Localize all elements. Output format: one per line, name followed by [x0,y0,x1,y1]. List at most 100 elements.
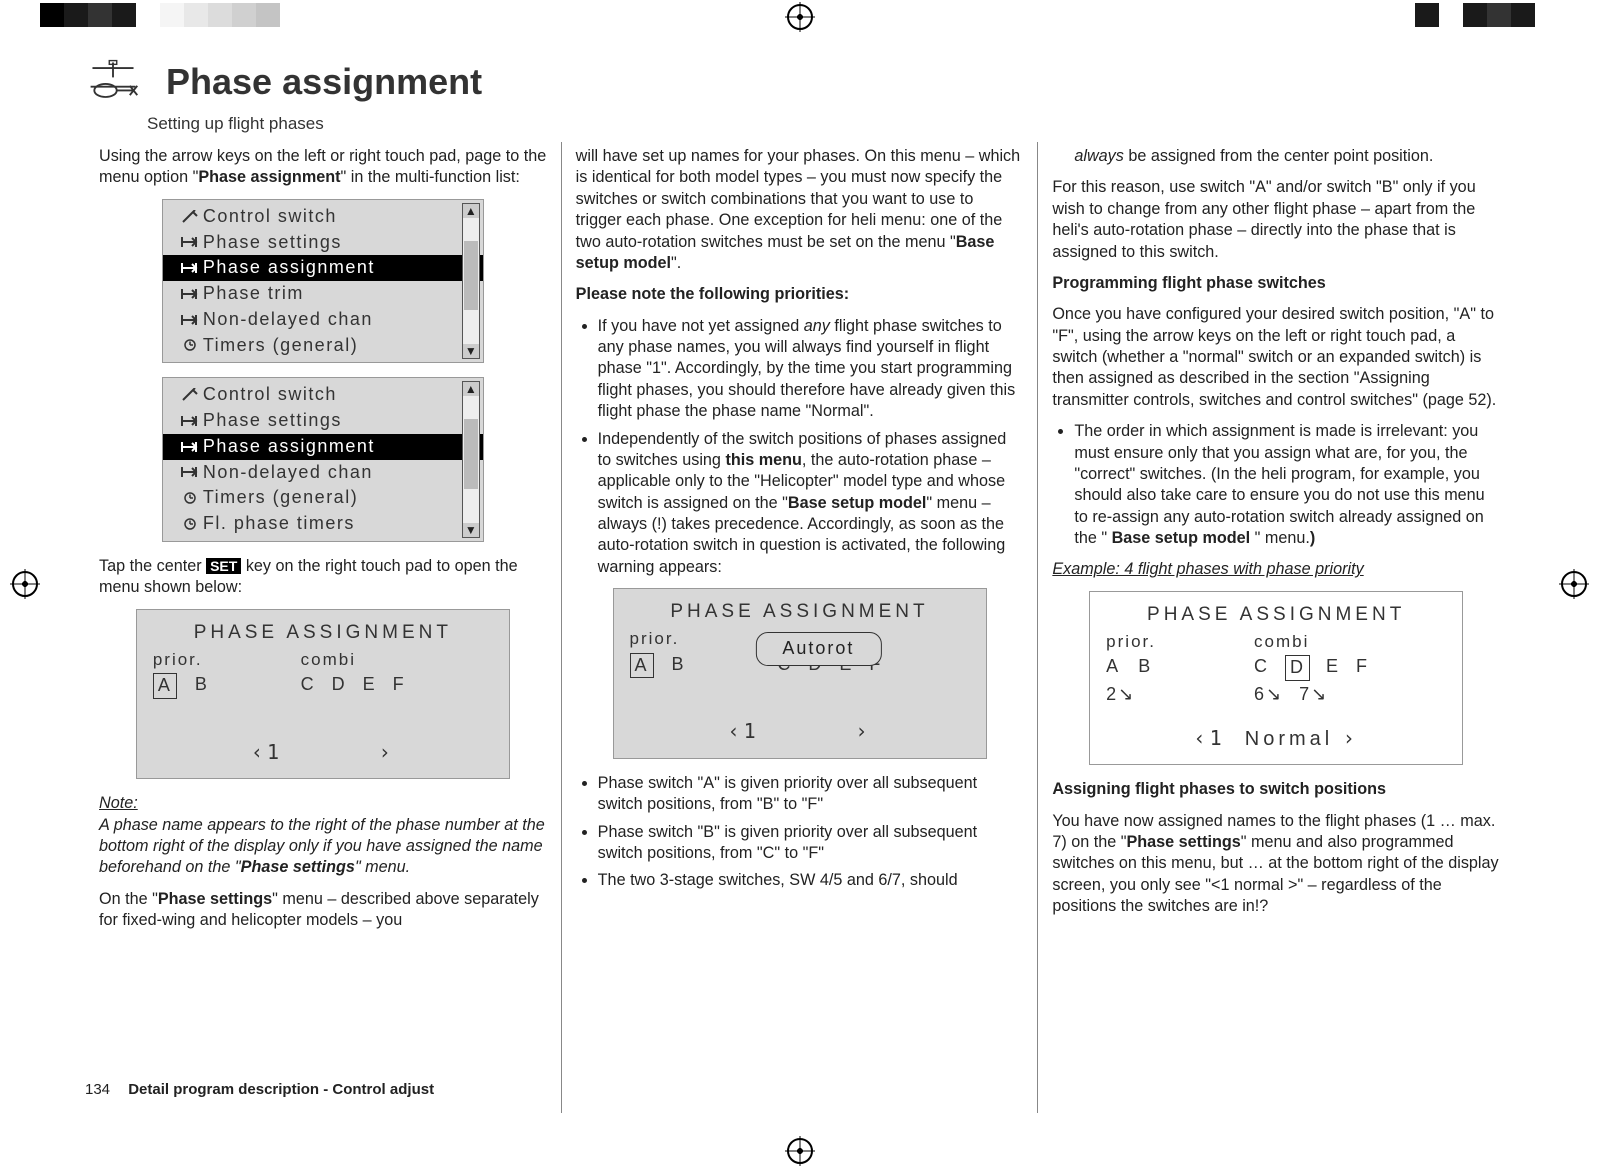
menu-item-label: Timers (general) [203,334,473,358]
color-bars-left [40,3,280,27]
page-title: Phase assignment [166,61,482,103]
color-swatch [136,3,160,27]
lcd-letter: A [153,673,177,699]
menu-item-label: Phase trim [203,282,473,306]
arrow-icon [177,440,203,454]
menu-list-1: Control switchPhase settingsPhase assign… [162,199,484,364]
color-bars-right [1415,3,1559,27]
col3-p2: Once you have configured your desired sw… [1052,304,1500,411]
color-swatch [1487,3,1511,27]
heading-programming: Programming flight phase switches [1052,273,1500,294]
menu-item-label: Phase settings [203,231,473,255]
page-subtitle: Setting up flight phases [147,114,1514,134]
menu-item[interactable]: Timers (general) [163,333,483,359]
color-swatch [1463,3,1487,27]
color-swatch [112,3,136,27]
lcd-title: PHASE ASSIGNMENT [1106,602,1446,627]
autorot-warning: Autorot [755,632,881,666]
lcd-letter: F [1356,655,1369,681]
menu-item[interactable]: Phase settings [163,408,483,434]
lcd-letter: F [393,673,406,699]
menu-item[interactable]: Control switch [163,382,483,408]
menu-item-label: Control switch [203,205,473,229]
color-swatch [88,3,112,27]
registration-mark-icon [787,1138,813,1164]
menu-item[interactable]: Phase assignment [163,434,483,460]
arrow-icon [177,465,203,479]
menu-item[interactable]: Non-delayed chan [163,307,483,333]
menu-item-label: Phase assignment [203,256,473,280]
clock-icon [177,517,203,531]
col3-continuation: always be assigned from the center point… [1074,146,1500,167]
menu-item[interactable]: Timers (general) [163,485,483,511]
menu-item[interactable]: Phase trim [163,281,483,307]
list-item: The order in which assignment is made is… [1074,421,1500,549]
col2-p1: will have set up names for your phases. … [576,146,1024,274]
color-swatch [208,3,232,27]
clock-icon [177,338,203,352]
heading-assigning: Assigning flight phases to switch positi… [1052,779,1500,800]
priority-rules-list: Phase switch "A" is given priority over … [576,773,1024,892]
footer-section: Detail program description - Control adj… [128,1081,434,1098]
column-3: always be assigned from the center point… [1037,142,1514,1113]
lcd-letter: 6↘ [1254,683,1283,707]
clock-icon [177,491,203,505]
lcd-phase-assignment-example: PHASE ASSIGNMENT prior. combi AB CDEF 2↘… [1089,591,1463,765]
color-swatch [1439,3,1463,27]
registration-mark-icon [787,4,813,30]
lcd-letter: E [1326,655,1340,681]
lcd-letter: B [672,653,686,679]
scroll-down-icon[interactable]: ▼ [463,523,479,537]
arrow-icon [177,313,203,327]
column-2: will have set up names for your phases. … [561,142,1038,1113]
arrow-icon [177,235,203,249]
menu-item[interactable]: Phase assignment [163,255,483,281]
lcd-letter: B [1138,655,1152,681]
scrollbar[interactable]: ▲ ▼ [462,381,480,538]
lcd-letter: D [332,673,347,699]
tool-icon [177,210,203,224]
list-item: Phase switch "B" is given priority over … [598,822,1024,865]
page-footer: 134 Detail program description - Control… [85,1081,434,1098]
scroll-up-icon[interactable]: ▲ [463,204,479,218]
helicopter-icon [85,55,141,116]
registration-mark-icon [1561,571,1587,597]
list-item: If you have not yet assigned any flight … [598,316,1024,423]
list-item: The two 3-stage switches, SW 4/5 and 6/7… [598,870,1024,891]
lcd-title: PHASE ASSIGNMENT [153,620,493,645]
menu-item[interactable]: Fl. phase timers [163,511,483,537]
menu-item[interactable]: Phase settings [163,230,483,256]
menu-item-label: Non-delayed chan [203,461,473,485]
menu-item[interactable]: Control switch [163,204,483,230]
color-swatch [184,3,208,27]
scrollbar[interactable]: ▲ ▼ [462,203,480,360]
color-swatch [1415,3,1439,27]
menu-list-2: Control switchPhase settingsPhase assign… [162,377,484,542]
registration-mark-icon [12,571,38,597]
lcd-letter: C [301,673,316,699]
arrow-icon [177,261,203,275]
scroll-up-icon[interactable]: ▲ [463,382,479,396]
col3-p3: You have now assigned names to the fligh… [1052,811,1500,918]
lcd-phase-assignment-autorot: PHASE ASSIGNMENT prior. combi AB CDEF ‹1… [613,588,987,759]
lcd-status: ‹1 › [153,739,493,766]
set-key-icon: SET [206,558,241,574]
lcd-phase-assignment-1: PHASE ASSIGNMENT prior. combi AB CDEF ‹1… [136,609,510,780]
menu-item-label: Control switch [203,383,473,407]
lcd-letter: 7↘ [1299,683,1328,707]
menu-item-label: Phase assignment [203,435,473,459]
color-swatch [40,3,64,27]
arrow-icon [177,414,203,428]
lcd-letter: E [363,673,377,699]
color-swatch [232,3,256,27]
column-1: Using the arrow keys on the left or righ… [85,142,561,1113]
scroll-down-icon[interactable]: ▼ [463,344,479,358]
lcd-letter: D [1285,655,1310,681]
lcd-title: PHASE ASSIGNMENT [630,599,970,624]
menu-item-label: Phase settings [203,409,473,433]
list-item: Independently of the switch positions of… [598,429,1024,579]
color-swatch [160,3,184,27]
lcd-letter: A [630,653,654,679]
menu-item[interactable]: Non-delayed chan [163,460,483,486]
priorities-list: If you have not yet assigned any flight … [576,316,1024,579]
